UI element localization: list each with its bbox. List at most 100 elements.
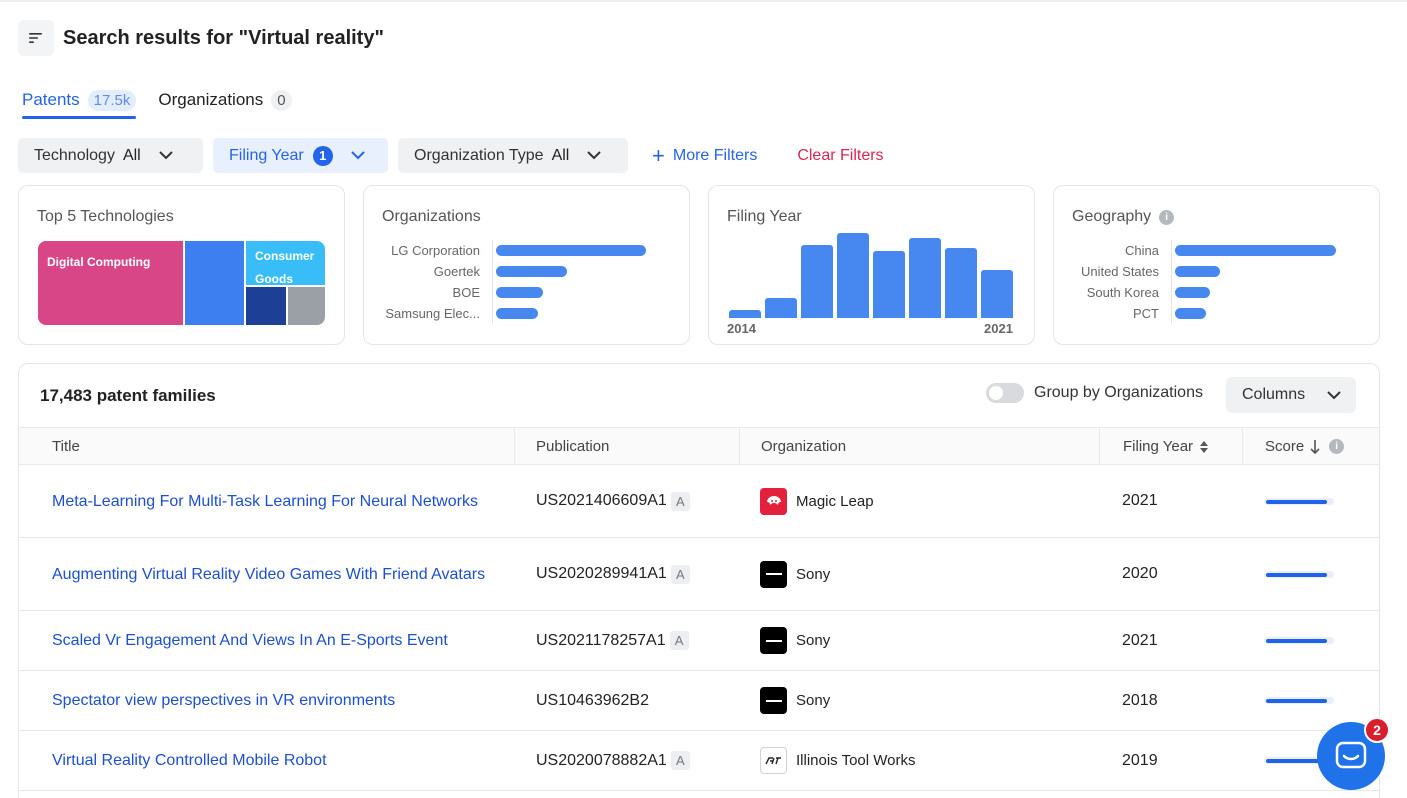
tab-count-badge: 0 [271, 89, 292, 111]
bar [496, 245, 646, 256]
score-cell [1264, 465, 1354, 537]
publication-number[interactable]: US2021406609A1 [536, 492, 667, 510]
sort-menu-button[interactable] [18, 20, 54, 56]
sort-icon[interactable] [1199, 440, 1209, 454]
tab-label: Patents [22, 90, 80, 109]
bar-row[interactable]: China [1054, 240, 1336, 261]
year-bar[interactable] [765, 298, 797, 318]
tab-organizations[interactable]: Organizations 0 [158, 82, 292, 118]
publication-number[interactable]: US2021178257A1 [536, 632, 666, 650]
treemap-tile[interactable]: Digital Computing [38, 241, 183, 325]
patent-title-link[interactable]: Augmenting Virtual Reality Video Games W… [52, 563, 485, 586]
score-bar-track [1264, 497, 1334, 505]
publication-number[interactable]: US2020289941A1 [536, 565, 667, 583]
filter-value: All [551, 146, 570, 164]
score-bar-fill [1266, 699, 1327, 703]
bar-row[interactable]: Goertek [364, 261, 646, 282]
top-technologies-card: Top 5 Technologies Digital Computing Con… [18, 185, 345, 345]
treemap-tile[interactable] [288, 287, 325, 325]
magic-leap-logo [760, 487, 787, 515]
bar-track [1171, 240, 1336, 261]
info-icon[interactable]: i [1159, 209, 1175, 225]
filing-year-filter[interactable]: Filing Year 1 [213, 138, 388, 173]
bar-row[interactable]: Samsung Elec... [364, 303, 646, 324]
year-bar[interactable] [981, 270, 1013, 318]
column-header-label: Organization [761, 438, 847, 455]
year-bar[interactable] [837, 233, 869, 318]
patent-title-link[interactable]: Virtual Reality Controlled Mobile Robot [52, 749, 327, 772]
patent-title-link[interactable]: Meta-Learning For Multi-Task Learning Fo… [52, 490, 478, 513]
patent-title-link[interactable]: Spectator view perspectives in VR enviro… [52, 689, 395, 712]
technology-filter[interactable]: Technology All [18, 138, 203, 173]
organization-name[interactable]: Sony [796, 632, 830, 649]
filing-year-value: 2021 [1122, 631, 1158, 649]
year-bar[interactable] [801, 245, 833, 318]
organization-name[interactable]: Sony [796, 566, 830, 583]
column-header-filing-year[interactable]: Filing Year [1100, 428, 1243, 465]
filing-year-value: 2020 [1122, 565, 1158, 582]
treemap-tile[interactable]: Consumer Goods [246, 241, 325, 285]
treemap-tile-label: Digital Computing [47, 255, 151, 269]
publication-number[interactable]: US2020078882A1 [536, 752, 667, 770]
publication-cell: US2020289941A1 A [536, 538, 736, 610]
column-header-label: Score [1265, 438, 1305, 455]
bar [1175, 245, 1336, 256]
column-header-score[interactable]: Score i [1243, 428, 1379, 465]
table-row[interactable]: Meta-Learning For Multi-Task Learning Fo… [19, 465, 1379, 538]
table-row[interactable]: Virtual Reality Controlled Mobile Robot U… [19, 731, 1379, 791]
year-bar[interactable] [945, 248, 977, 318]
axis-end-label: 2021 [984, 321, 1013, 336]
bar-row[interactable]: BOE [364, 282, 646, 303]
card-title: Geography i [1072, 208, 1175, 226]
group-by-toggle[interactable] [986, 383, 1024, 403]
table-row[interactable]: Spectator view perspectives in VR enviro… [19, 671, 1379, 731]
filing-year-value: 2021 [1122, 492, 1158, 509]
organization-type-filter[interactable]: Organization Type All [398, 138, 628, 173]
table-header: Title Publication Organization Filing Ye… [19, 427, 1379, 465]
table-row[interactable]: Scaled Vr Engagement And Views In An E-S… [19, 611, 1379, 671]
treemap-tile-label: Consumer Goods [255, 249, 315, 285]
card-title: Organizations [382, 208, 481, 225]
bar-track [492, 240, 646, 261]
arrow-down-icon[interactable] [1310, 439, 1320, 455]
year-bar[interactable] [909, 238, 941, 318]
treemap-tile[interactable] [246, 287, 286, 325]
organization-name[interactable]: Sony [796, 692, 830, 709]
treemap-tile[interactable] [185, 241, 244, 325]
filing-year-cell: 2021 [1122, 611, 1222, 670]
organization-cell: Sony [760, 671, 1090, 730]
year-bar[interactable] [873, 251, 905, 318]
bar [1175, 266, 1220, 277]
year-bar[interactable] [729, 310, 761, 318]
column-header-title[interactable]: Title [19, 428, 515, 465]
result-tabs: Patents 17.5k Organizations 0 [22, 82, 314, 119]
bar-row[interactable]: South Korea [1054, 282, 1336, 303]
bar-row[interactable]: PCT [1054, 303, 1336, 324]
results-panel: 17,483 patent families Group by Organiza… [18, 363, 1380, 798]
tab-patents[interactable]: Patents 17.5k [22, 82, 137, 119]
bar-row[interactable]: United States [1054, 261, 1336, 282]
illinois-tool-works-logo [760, 747, 787, 774]
card-title: Top 5 Technologies [37, 208, 174, 225]
columns-button[interactable]: Columns [1226, 377, 1356, 413]
column-header-organization[interactable]: Organization [740, 428, 1100, 465]
organization-name[interactable]: Magic Leap [796, 493, 874, 510]
patent-title-link[interactable]: Scaled Vr Engagement And Views In An E-S… [52, 629, 448, 652]
more-filters-button[interactable]: + More Filters [652, 144, 757, 167]
table-row[interactable]: Augmenting Virtual Reality Video Games W… [19, 538, 1379, 611]
clear-filters-button[interactable]: Clear Filters [797, 147, 883, 165]
bar-track [492, 303, 538, 324]
group-by-label: Group by Organizations [1034, 384, 1203, 401]
filing-year-cell: 2020 [1122, 538, 1222, 610]
column-header-publication[interactable]: Publication [515, 428, 740, 465]
organizations-card: Organizations LG Corporation Goertek BOE Sa… [363, 185, 690, 345]
table-row[interactable] [19, 791, 1379, 798]
info-icon[interactable]: i [1329, 439, 1345, 454]
page-title: Search results for "Virtual reality" [63, 26, 384, 49]
filter-value: All [122, 146, 141, 164]
publication-number[interactable]: US10463962B2 [536, 692, 649, 710]
bar-row[interactable]: LG Corporation [364, 240, 646, 261]
title-cell: Scaled Vr Engagement And Views In An E-S… [52, 611, 492, 670]
filter-count-badge: 1 [312, 145, 333, 166]
organization-name[interactable]: Illinois Tool Works [796, 752, 916, 769]
